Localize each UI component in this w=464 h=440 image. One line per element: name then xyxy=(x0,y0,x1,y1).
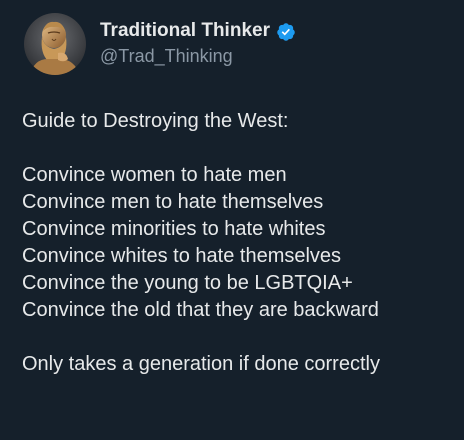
name-row: Traditional Thinker xyxy=(100,20,296,43)
tweet-list-item: Convince whites to hate themselves xyxy=(22,245,342,267)
author-handle[interactable]: @Trad_Thinking xyxy=(100,46,296,68)
author-display-name[interactable]: Traditional Thinker xyxy=(100,20,270,43)
tweet-text: Guide to Destroying the West: Convince w… xyxy=(22,108,462,378)
author-identity: Traditional Thinker @Trad_Thinking xyxy=(100,20,296,67)
tweet-list-item: Convince the young to be LGBTQIA+ xyxy=(22,272,353,294)
tweet-list-item: Convince men to hate themselves xyxy=(22,191,324,213)
tweet-list-item: Convince women to hate men xyxy=(22,164,287,186)
tweet-closing: Only takes a generation if done correctl… xyxy=(22,353,380,375)
verified-badge-icon xyxy=(276,22,296,42)
bust-portrait-icon xyxy=(24,13,86,75)
tweet-header: Traditional Thinker @Trad_Thinking xyxy=(24,12,296,76)
tweet-list-item: Convince minorities to hate whites xyxy=(22,218,326,240)
tweet-list: Convince women to hate men Convince men … xyxy=(22,162,462,324)
tweet-list-item: Convince the old that they are backward xyxy=(22,299,379,321)
avatar[interactable] xyxy=(24,13,86,75)
tweet-intro: Guide to Destroying the West: xyxy=(22,110,289,132)
